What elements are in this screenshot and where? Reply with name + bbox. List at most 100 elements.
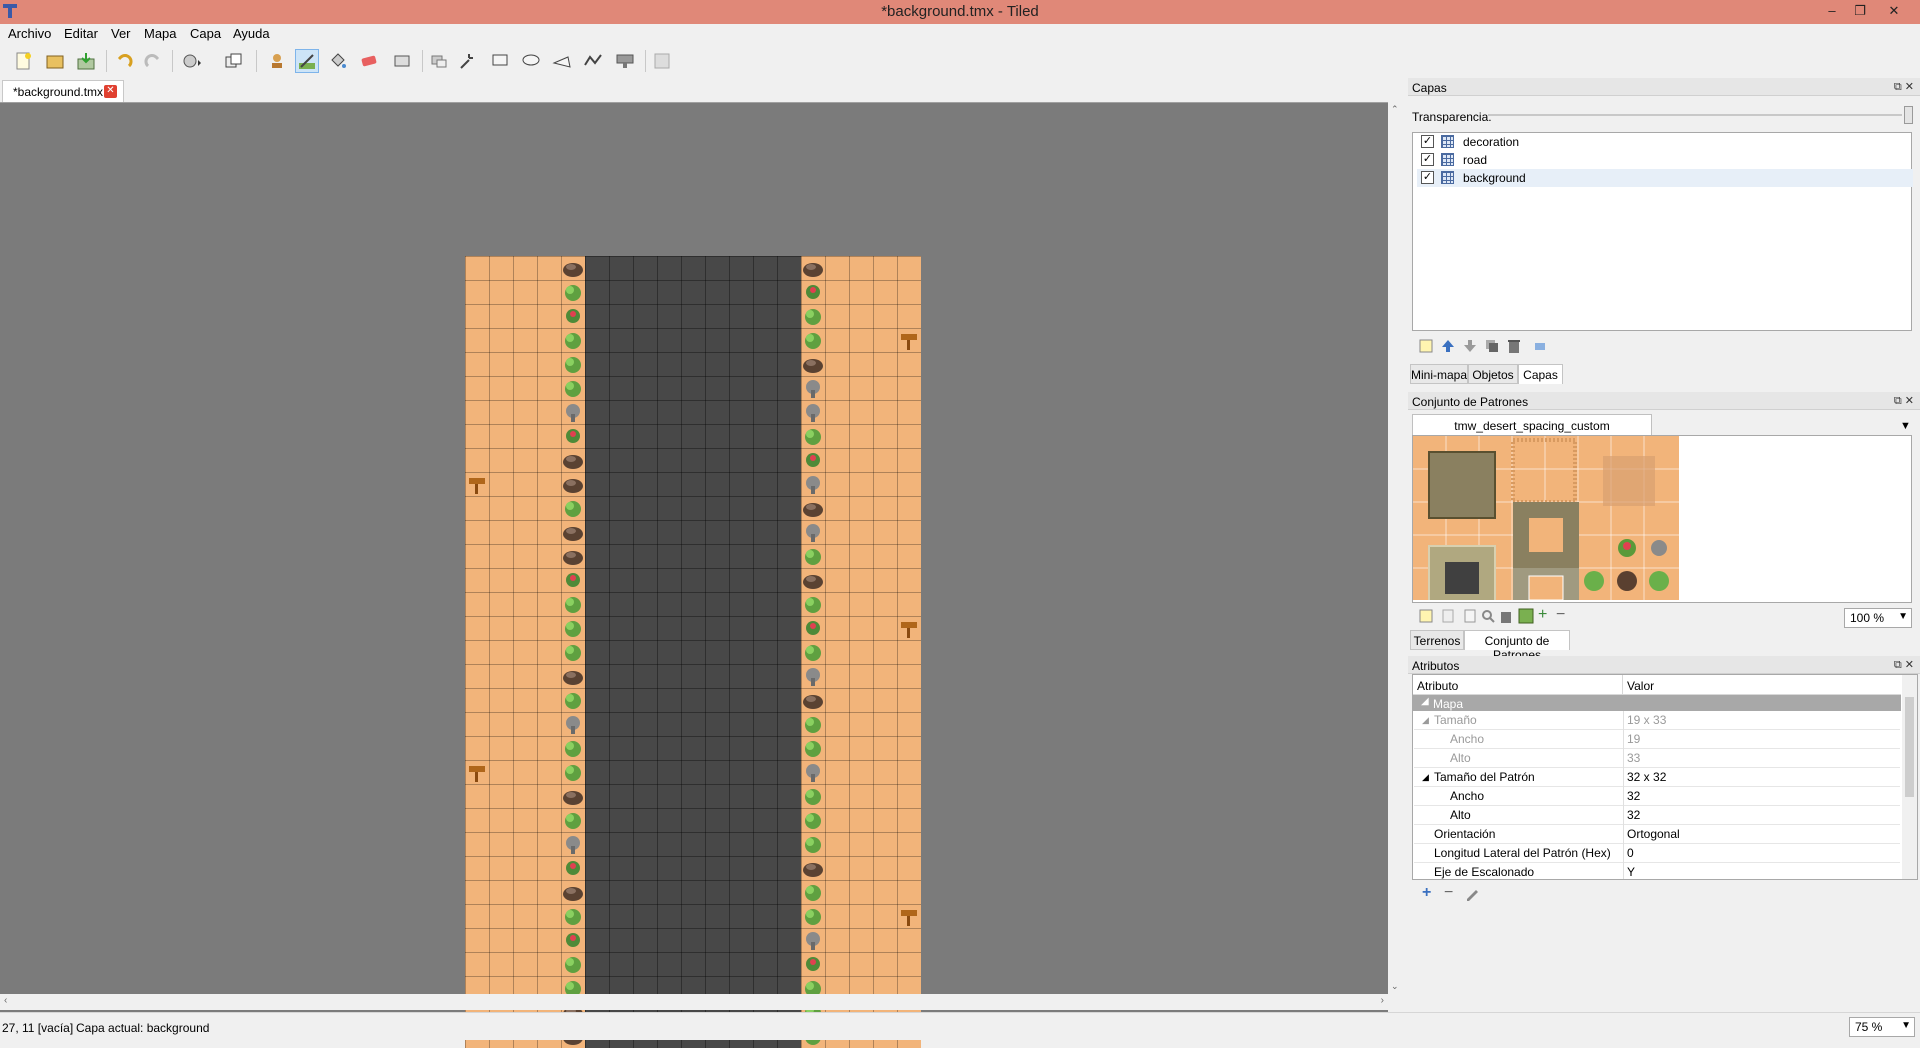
insert-ellipse-icon[interactable] — [519, 49, 543, 73]
new-file-icon[interactable] — [11, 49, 35, 73]
menu-ayuda[interactable]: Ayuda — [233, 26, 270, 41]
move-layer-down-icon[interactable] — [1462, 338, 1478, 354]
remove-property-icon[interactable]: − — [1444, 885, 1460, 902]
layer-row-decoration[interactable]: ✓ decoration — [1417, 133, 1913, 151]
toggle-other-layers-icon[interactable] — [1532, 338, 1548, 354]
stamp-brush-icon[interactable] — [264, 49, 288, 73]
property-value[interactable]: 19 x 33 — [1627, 713, 1666, 727]
eraser-icon[interactable] — [357, 49, 381, 73]
property-row[interactable]: Longitud Lateral del Patrón (Hex) 0 — [1414, 844, 1900, 863]
document-tab[interactable]: *background.tmx ✕ — [2, 80, 124, 102]
tileset-tab[interactable]: tmw_desert_spacing_custom — [1412, 414, 1652, 435]
new-layer-icon[interactable] — [1418, 338, 1434, 354]
duplicate-layer-icon[interactable] — [1484, 338, 1500, 354]
property-value[interactable]: Y — [1627, 865, 1635, 879]
tab-terrenos[interactable]: Terrenos — [1410, 630, 1464, 650]
property-row[interactable]: Eje de Escalonado Y — [1414, 863, 1900, 879]
delete-layer-icon[interactable] — [1506, 338, 1522, 354]
tileset-image[interactable] — [1413, 436, 1679, 600]
select-same-tile-icon[interactable] — [456, 49, 480, 73]
menu-archivo[interactable]: Archivo — [8, 26, 51, 41]
menu-capa[interactable]: Capa — [190, 26, 221, 41]
edit-terrain-icon[interactable] — [1518, 608, 1534, 624]
opacity-slider[interactable] — [1488, 114, 1902, 116]
menu-editar[interactable]: Editar — [64, 26, 98, 41]
tileset-properties-icon[interactable] — [1480, 608, 1496, 624]
property-value[interactable]: 19 — [1627, 732, 1640, 746]
tab-mini-mapa[interactable]: Mini-mapa — [1410, 364, 1468, 384]
horizontal-scrollbar[interactable]: ‹ › — [0, 994, 1388, 1010]
cursor-position: 27, 11 [vacía] — [2, 1021, 74, 1035]
minimize-button[interactable]: – — [1818, 0, 1846, 22]
property-value[interactable]: 32 — [1627, 789, 1640, 803]
insert-tile-icon[interactable] — [613, 49, 637, 73]
property-row[interactable]: Alto 33 — [1414, 749, 1900, 768]
properties-scrollbar[interactable] — [1902, 675, 1917, 879]
add-tiles-icon[interactable]: + — [1538, 607, 1554, 624]
property-value[interactable]: Ortogonal — [1627, 827, 1680, 841]
expander-icon[interactable]: ◢ — [1422, 715, 1429, 726]
insert-polyline-icon[interactable] — [581, 49, 605, 73]
bush-tile-icon — [801, 640, 825, 664]
export-tileset-icon[interactable] — [1462, 608, 1478, 624]
cactus-tile-icon — [561, 568, 585, 592]
menu-mapa[interactable]: Mapa — [144, 26, 177, 41]
tileset-menu-chevron-icon[interactable]: ▼ — [1900, 420, 1911, 432]
magic-wand-icon[interactable] — [427, 49, 451, 73]
property-value[interactable]: 32 — [1627, 808, 1640, 822]
open-file-icon[interactable] — [43, 49, 67, 73]
move-layer-up-icon[interactable] — [1440, 338, 1456, 354]
map-viewport[interactable] — [0, 102, 1388, 1048]
property-row[interactable]: Orientación Ortogonal — [1414, 825, 1900, 844]
terrain-brush-icon[interactable] — [295, 49, 319, 73]
panel-float-close-icons[interactable]: ⧉ ✕ — [1894, 394, 1914, 408]
layer-row-background[interactable]: ✓ background — [1417, 169, 1913, 187]
save-file-icon[interactable] — [74, 49, 98, 73]
property-value[interactable]: 0 — [1627, 846, 1634, 860]
redo-icon[interactable] — [141, 49, 165, 73]
panel-float-close-icons[interactable]: ⧉ ✕ — [1894, 80, 1914, 94]
menu-ver[interactable]: Ver — [111, 26, 131, 41]
property-row[interactable]: Ancho 32 — [1414, 787, 1900, 806]
rect-select-icon[interactable] — [390, 49, 414, 73]
expander-icon[interactable]: ◢ — [1422, 772, 1429, 783]
panel-float-close-icons[interactable]: ⧉ ✕ — [1894, 658, 1914, 672]
bucket-fill-icon[interactable] — [326, 49, 350, 73]
insert-polygon-icon[interactable] — [550, 49, 574, 73]
layer-visible-checkbox[interactable]: ✓ — [1421, 135, 1434, 148]
tab-capas[interactable]: Capas — [1518, 364, 1563, 384]
opacity-slider-handle[interactable] — [1904, 106, 1913, 124]
edit-polygons-icon[interactable] — [650, 49, 674, 73]
layer-row-road[interactable]: ✓ road — [1417, 151, 1913, 169]
add-property-icon[interactable]: + — [1422, 885, 1438, 902]
tile-map[interactable] — [465, 256, 921, 1048]
close-button[interactable]: ✕ — [1874, 0, 1914, 22]
stamp-settings-icon[interactable] — [221, 49, 245, 73]
new-tileset-icon[interactable] — [1418, 608, 1434, 624]
property-row[interactable]: ◢ Tamaño del Patrón 32 x 32 — [1414, 768, 1900, 787]
tileset-view[interactable] — [1412, 435, 1912, 603]
property-value[interactable]: 33 — [1627, 751, 1640, 765]
tab-conjunto-de-patrones[interactable]: Conjunto de Patrones — [1464, 630, 1570, 662]
tileset-zoom-select[interactable]: 100 % ▼ — [1844, 608, 1912, 628]
random-mode-icon[interactable] — [180, 49, 204, 73]
import-tileset-icon[interactable] — [1440, 608, 1456, 624]
layer-visible-checkbox[interactable]: ✓ — [1421, 153, 1434, 166]
remove-tiles-icon[interactable]: − — [1556, 607, 1572, 624]
undo-icon[interactable] — [112, 49, 136, 73]
maximize-button[interactable]: ❐ — [1846, 0, 1874, 22]
bush-tile-icon — [561, 328, 585, 352]
property-row[interactable]: ◢ Tamaño 19 x 33 — [1414, 711, 1900, 730]
tab-objetos[interactable]: Objetos — [1468, 364, 1518, 384]
layer-visible-checkbox[interactable]: ✓ — [1421, 171, 1434, 184]
vertical-scrollbar[interactable]: ⌃ ⌄ — [1388, 102, 1404, 994]
property-value[interactable]: 32 x 32 — [1627, 770, 1666, 784]
rename-property-icon[interactable] — [1464, 886, 1480, 902]
delete-tileset-icon[interactable] — [1498, 608, 1514, 624]
insert-rectangle-icon[interactable] — [488, 49, 512, 73]
close-tab-icon[interactable]: ✕ — [104, 85, 117, 98]
map-zoom-select[interactable]: 75 % ▼ — [1849, 1017, 1915, 1037]
properties-group-row[interactable]: ◢ Mapa — [1413, 695, 1901, 711]
property-row[interactable]: Ancho 19 — [1414, 730, 1900, 749]
property-row[interactable]: Alto 32 — [1414, 806, 1900, 825]
